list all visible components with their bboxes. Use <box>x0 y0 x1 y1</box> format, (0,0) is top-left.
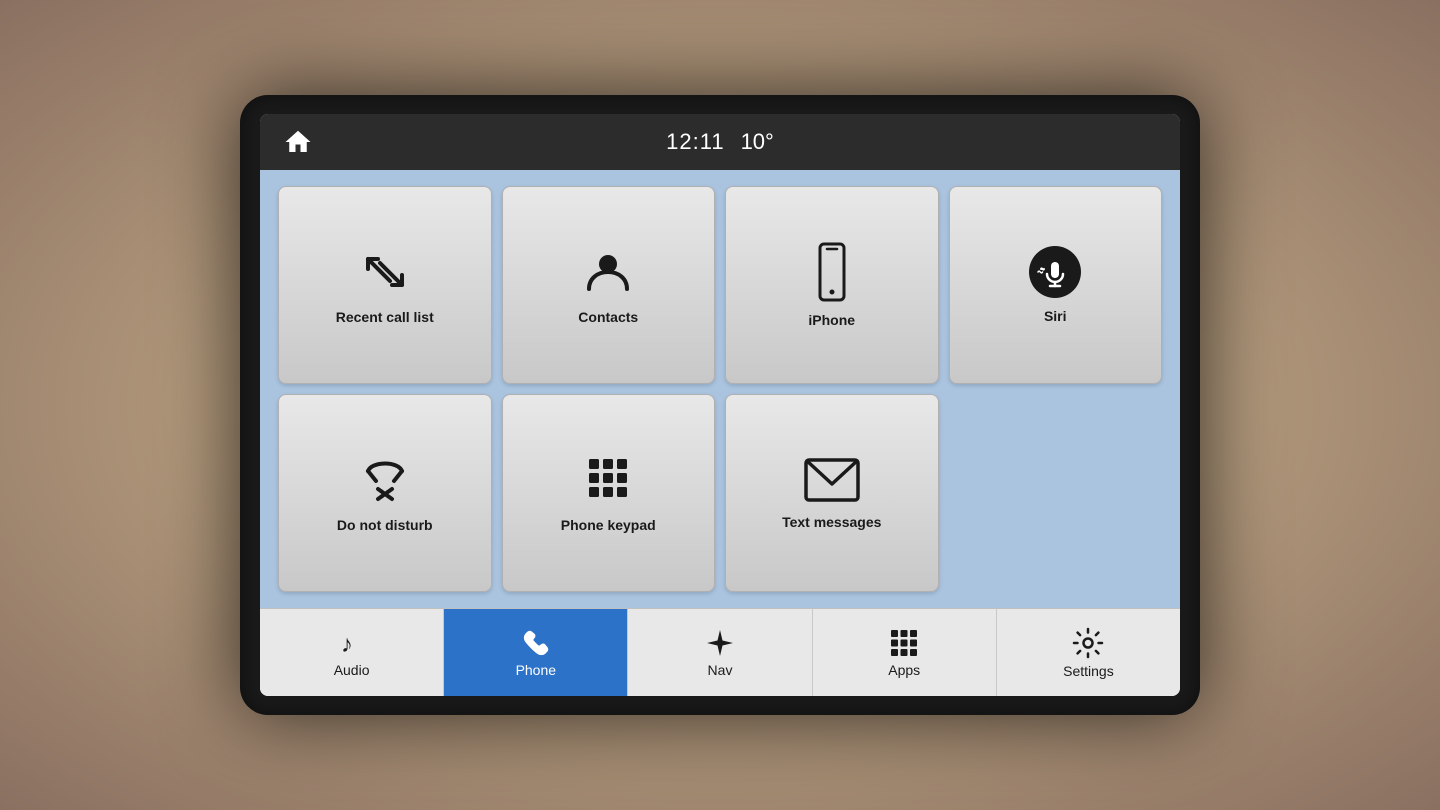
home-button[interactable] <box>280 124 316 160</box>
bottom-navigation: ♪ Audio Phone <box>260 608 1180 696</box>
nav-navigation[interactable]: Nav <box>628 609 812 696</box>
text-messages-icon <box>802 456 862 504</box>
nav-settings[interactable]: Settings <box>997 609 1180 696</box>
phone-keypad-icon <box>581 453 635 507</box>
settings-icon <box>1072 627 1104 659</box>
phone-keypad-button[interactable]: Phone keypad <box>502 394 716 592</box>
screen-bezel: 12:11 10° Recent call list <box>240 95 1200 715</box>
siri-button[interactable]: Siri <box>949 186 1163 384</box>
contacts-button[interactable]: Contacts <box>502 186 716 384</box>
recent-calls-icon <box>358 245 412 299</box>
home-icon <box>283 127 313 157</box>
svg-text:♪: ♪ <box>341 631 353 658</box>
text-messages-button[interactable]: Text messages <box>725 394 939 592</box>
iphone-icon <box>812 242 852 302</box>
temperature-display: 10° <box>741 129 774 155</box>
iphone-button[interactable]: iPhone <box>725 186 939 384</box>
nav-label: Nav <box>708 662 733 678</box>
siri-label: Siri <box>1044 308 1067 325</box>
nav-apps[interactable]: Apps <box>813 609 997 696</box>
do-not-disturb-button[interactable]: Do not disturb <box>278 394 492 592</box>
nav-icon <box>705 628 735 658</box>
text-messages-label: Text messages <box>782 514 881 531</box>
siri-icon <box>1037 254 1073 290</box>
apps-label: Apps <box>888 662 920 678</box>
apps-icon <box>889 628 919 658</box>
contacts-icon <box>581 245 635 299</box>
phone-nav-label: Phone <box>516 662 556 678</box>
time-temp-display: 12:11 10° <box>666 129 774 155</box>
phone-keypad-label: Phone keypad <box>561 517 656 534</box>
iphone-label: iPhone <box>808 312 855 329</box>
phone-nav-icon <box>521 628 551 658</box>
recent-call-list-button[interactable]: Recent call list <box>278 186 492 384</box>
nav-audio[interactable]: ♪ Audio <box>260 609 444 696</box>
settings-label: Settings <box>1063 663 1114 679</box>
header-bar: 12:11 10° <box>260 114 1180 170</box>
clock-display: 12:11 <box>666 129 724 155</box>
audio-icon: ♪ <box>337 628 367 658</box>
nav-phone[interactable]: Phone <box>444 609 628 696</box>
do-not-disturb-label: Do not disturb <box>337 517 433 534</box>
infotainment-screen: 12:11 10° Recent call list <box>260 114 1180 696</box>
main-grid: Recent call list Contacts iPhone <box>260 170 1180 608</box>
siri-icon-circle <box>1029 246 1081 298</box>
empty-grid-cell <box>949 394 1163 592</box>
audio-label: Audio <box>334 662 370 678</box>
do-not-disturb-icon <box>358 453 412 507</box>
contacts-label: Contacts <box>578 309 638 326</box>
recent-call-list-label: Recent call list <box>336 309 434 326</box>
